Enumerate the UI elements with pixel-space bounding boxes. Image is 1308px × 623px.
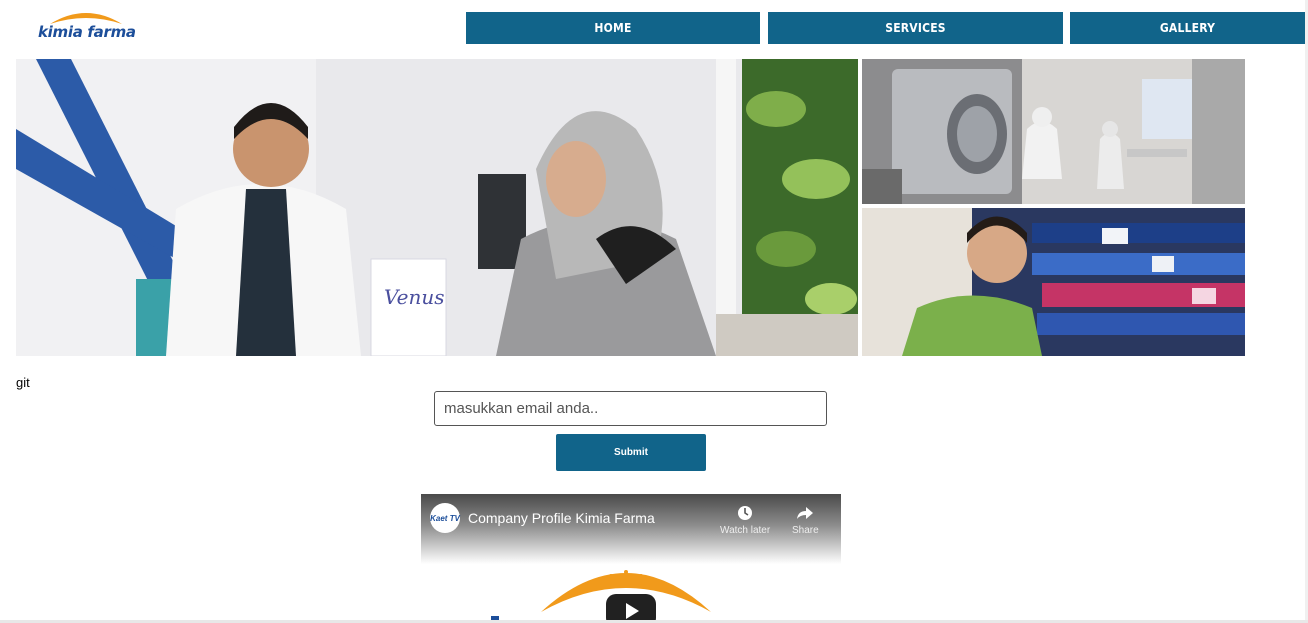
watch-later-label: Watch later [720, 525, 771, 536]
lab-cleanroom-photo [862, 59, 1245, 204]
video-title-bar [421, 494, 841, 564]
submit-button[interactable]: Submit [556, 434, 706, 471]
content-label: git [16, 375, 30, 390]
video-title[interactable]: Company Profile Kimia Farma [468, 510, 655, 526]
logo-text: kimia farma [38, 23, 136, 41]
pharmacy-shopper-photo [862, 208, 1245, 356]
pharmacist-consultation-photo: Venus [16, 59, 858, 356]
clock-icon [738, 506, 753, 520]
nav-gallery-button[interactable]: GALLERY [1070, 12, 1305, 44]
play-button[interactable] [606, 594, 656, 623]
svg-text:Venus: Venus [384, 285, 444, 309]
share-button[interactable]: Share [792, 504, 819, 536]
share-icon [797, 507, 814, 519]
youtube-video-embed[interactable]: Kaet TV Company Profile Kimia Farma Watc… [421, 494, 841, 623]
nav-home-button[interactable]: HOME [466, 12, 760, 44]
watch-later-button[interactable]: Watch later [720, 504, 770, 536]
email-input[interactable] [434, 391, 827, 426]
nav-services-button[interactable]: SERVICES [768, 12, 1063, 44]
share-label: Share [792, 525, 819, 536]
kimia-farma-logo[interactable]: kimia farma [36, 8, 136, 42]
channel-avatar[interactable]: Kaet TV [430, 503, 460, 533]
